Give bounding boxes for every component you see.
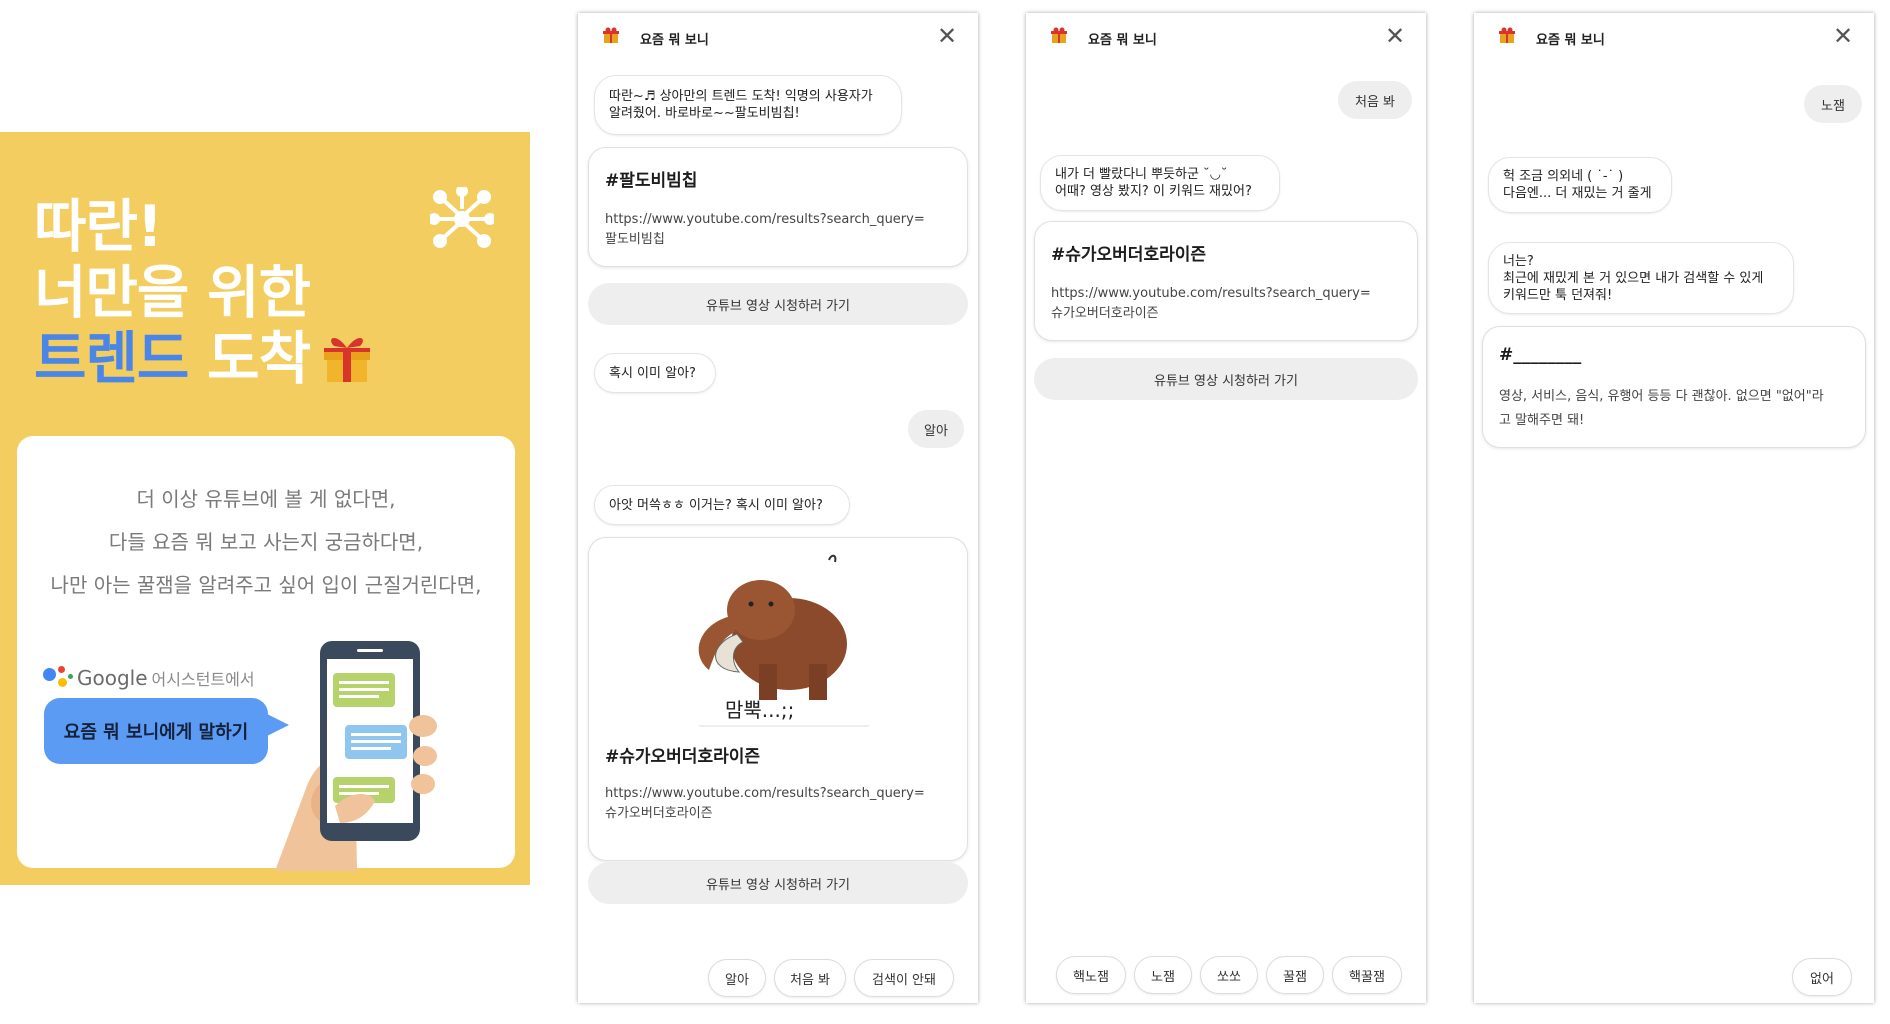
promo-title-line3: 트렌드 도착 (34, 326, 376, 398)
promo-title-rest: 도착 (188, 326, 311, 392)
screen-title: 요즘 뭐 보니 (1536, 33, 1605, 48)
watch-youtube-button[interactable]: 유튜브 영상 시청하러 가기 (588, 862, 968, 904)
close-icon[interactable]: ✕ (936, 24, 958, 48)
chip-first-time[interactable]: 처음 봐 (774, 959, 846, 997)
screen-header: 요즘 뭐 보니 ✕ (1026, 13, 1426, 63)
gift-icon (1499, 27, 1515, 43)
watch-youtube-button[interactable]: 유튜브 영상 시청하러 가기 (1034, 358, 1418, 400)
card-url[interactable]: https://www.youtube.com/results?search_q… (605, 210, 965, 250)
promo-line-2: 다들 요즘 뭐 보고 사는지 궁금하다면, (108, 530, 424, 554)
user-message: 알아 (908, 410, 964, 448)
bot-message: 내가 더 빨랐다니 뿌듯하군 ˘◡˘ 어때? 영상 봤지? 이 키워드 재밌어? (1040, 155, 1280, 211)
promo-panel: 따란! 너만을 위한 트렌드 도착 더 이상 유튜브에 볼 게 없다면, 다들 … (0, 132, 530, 885)
gift-icon (603, 27, 619, 43)
bot-message: 혹시 이미 알아? (594, 353, 716, 393)
chip-fun[interactable]: 꿀잼 (1266, 956, 1324, 994)
promo-line-1: 더 이상 유튜브에 볼 게 없다면, (136, 487, 396, 511)
chip-very-fun[interactable]: 핵꿀잼 (1332, 956, 1402, 994)
promo-title: 따란! 너만을 위한 트렌드 도착 (34, 194, 376, 398)
bot-message: 헉 조금 의외네 ( ˙-˙ ) 다음엔... 더 재밌는 거 줄게 (1488, 157, 1672, 213)
screen-header: 요즘 뭐 보니 ✕ (1474, 13, 1874, 63)
card-keyword-blank: #________ (1499, 345, 1582, 365)
promo-line-3: 나만 아는 꿀잼을 알려주고 싶어 입이 근질거린다면, (50, 573, 482, 597)
bot-message: 아앗 머쓱ㅎㅎ 이거는? 혹시 이미 알아? (594, 485, 850, 525)
google-assistant-icon (43, 666, 73, 690)
chip-know[interactable]: 알아 (708, 959, 766, 997)
promo-description: 더 이상 유튜브에 볼 게 없다면, 다들 요즘 뭐 보고 사는지 궁금하다면,… (17, 478, 515, 607)
gift-icon (1051, 27, 1067, 43)
keyword-card: #팔도비빔칩 https://www.youtube.com/results?s… (588, 147, 968, 267)
google-assistant-label: Google 어시스턴트에서 (43, 666, 255, 690)
close-icon[interactable]: ✕ (1832, 24, 1854, 48)
network-icon (428, 185, 496, 255)
google-brand: Google (77, 666, 148, 690)
promo-title-line1: 따란! (34, 194, 163, 260)
user-message: 노잼 (1804, 85, 1862, 123)
card-url[interactable]: https://www.youtube.com/results?search_q… (1051, 284, 1411, 324)
card-guide-text: 영상, 서비스, 음식, 유행어 등등 다 괜찮아. 없으면 "없어"라 고 말… (1499, 389, 1824, 428)
speak-button[interactable]: 요즘 뭐 보니에게 말하기 (44, 698, 268, 764)
screen-header: 요즘 뭐 보니 ✕ (578, 13, 978, 63)
google-suffix: 어시스턴트에서 (151, 670, 255, 689)
chat-screen-2: 요즘 뭐 보니 ✕ 처음 봐 내가 더 빨랐다니 뿌듯하군 ˘◡˘ 어때? 영상… (1026, 13, 1426, 1003)
phone-in-hand-illustration (275, 641, 515, 875)
bot-message: 따란~♬ 상아만의 트렌드 도착! 익명의 사용자가 알려줬어. 바로바로~~팔… (594, 75, 902, 135)
keyword-card: #슈가오버더호라이즌 https://www.youtube.com/resul… (1034, 221, 1418, 341)
chat-screen-1: 요즘 뭐 보니 ✕ 따란~♬ 상아만의 트렌드 도착! 익명의 사용자가 알려줬… (578, 13, 978, 1003)
card-keyword: #슈가오버더호라이즌 (605, 747, 761, 767)
promo-title-line2: 너만을 위한 (34, 260, 311, 326)
bot-message: 너는? 최근에 재밌게 본 거 있으면 내가 검색할 수 있게 키워드만 툭 던… (1488, 242, 1794, 314)
card-keyword: #슈가오버더호라이즌 (1051, 245, 1207, 265)
keyword-input-card: #________ 영상, 서비스, 음식, 유행어 등등 다 괜찮아. 없으면… (1482, 326, 1866, 448)
chip-so-so[interactable]: 쏘쏘 (1200, 956, 1258, 994)
chip-search-fail[interactable]: 검색이 안돼 (854, 959, 954, 997)
keyword-card: 맘뿍...;; #슈가오버더호라이즌 https://www.youtube.c… (588, 537, 968, 861)
card-keyword: #팔도비빔칩 (605, 171, 698, 191)
watch-youtube-button[interactable]: 유튜브 영상 시청하러 가기 (588, 283, 968, 325)
close-icon[interactable]: ✕ (1384, 24, 1406, 48)
screen-title: 요즘 뭐 보니 (640, 33, 709, 48)
promo-title-accent: 트렌드 (34, 326, 189, 392)
chip-very-boring[interactable]: 핵노잼 (1056, 956, 1126, 994)
user-message: 처음 봐 (1338, 81, 1412, 119)
chat-screen-3: 요즘 뭐 보니 ✕ 노잼 헉 조금 의외네 ( ˙-˙ ) 다음엔... 더 재… (1474, 13, 1874, 1003)
gift-icon (318, 326, 376, 398)
screen-title: 요즘 뭐 보니 (1088, 33, 1157, 48)
card-url[interactable]: https://www.youtube.com/results?search_q… (605, 784, 965, 824)
promo-card: 더 이상 유튜브에 볼 게 없다면, 다들 요즘 뭐 보고 사는지 궁금하다면,… (17, 436, 515, 871)
chip-none[interactable]: 없어 (1792, 958, 1852, 996)
chip-boring[interactable]: 노잼 (1134, 956, 1192, 994)
sticker-caption: 맘뿍...;; (725, 698, 795, 722)
